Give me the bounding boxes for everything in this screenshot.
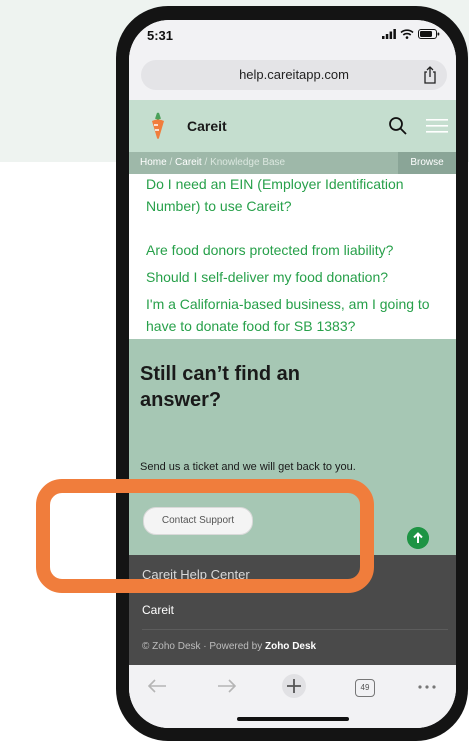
status-time: 5:31 (147, 28, 174, 43)
signal-icon (382, 29, 396, 39)
address-bar[interactable]: help.careitapp.com (141, 60, 447, 90)
breadcrumb-careit[interactable]: Careit (175, 157, 202, 168)
footer-divider (142, 629, 448, 630)
tabs-count-icon[interactable]: 49 (355, 679, 375, 697)
support-text: Send us a ticket and we will get back to… (140, 461, 356, 473)
carrot-logo-icon[interactable] (149, 112, 167, 140)
hamburger-menu-icon[interactable] (426, 119, 448, 133)
share-icon[interactable] (423, 66, 437, 84)
status-icons (382, 29, 440, 39)
breadcrumb: Home / Careit / Knowledge Base Browse (129, 152, 456, 174)
breadcrumb-path: Home / Careit / Knowledge Base (140, 157, 285, 168)
new-tab-plus-icon[interactable] (281, 673, 307, 699)
breadcrumb-home[interactable]: Home (140, 157, 167, 168)
breadcrumb-separator: / (166, 157, 176, 168)
support-heading: Still can’t find an answer? (140, 363, 301, 411)
scroll-to-top-icon[interactable] (407, 527, 429, 549)
search-icon[interactable] (388, 116, 408, 136)
breadcrumb-current: Knowledge Base (210, 157, 286, 168)
breadcrumb-separator: / (201, 157, 211, 168)
back-arrow-icon[interactable] (147, 677, 167, 695)
copyright-prefix: © Zoho Desk · Powered by (142, 641, 265, 652)
home-indicator (237, 717, 349, 721)
footer-copyright: © Zoho Desk · Powered by Zoho Desk (142, 641, 316, 652)
faq-link-self-deliver[interactable]: Should I self-deliver my food donation? (146, 266, 446, 288)
footer-link-careit[interactable]: Careit (142, 603, 174, 617)
status-bar: 5:31 (129, 20, 456, 50)
highlight-annotation (36, 479, 374, 593)
url-text: help.careitapp.com (239, 67, 349, 82)
more-options-icon[interactable] (417, 684, 437, 690)
site-header: Careit (129, 100, 456, 152)
zoho-desk-link[interactable]: Zoho Desk (265, 641, 316, 652)
wifi-icon (400, 29, 414, 39)
faq-list: Do I need an EIN (Employer Identificatio… (129, 160, 456, 340)
phone-screen: 5:31 help.careitapp.com Careit Do I need… (129, 20, 456, 728)
brand-name[interactable]: Careit (187, 118, 227, 134)
faq-link-sb1383[interactable]: I'm a California-based business, am I go… (146, 293, 446, 337)
faq-link-liability[interactable]: Are food donors protected from liability… (146, 239, 446, 261)
faq-link-ein[interactable]: Do I need an EIN (Employer Identificatio… (146, 173, 446, 217)
browse-button[interactable]: Browse (398, 152, 456, 174)
battery-icon (418, 29, 440, 39)
forward-arrow-icon[interactable] (217, 677, 237, 695)
